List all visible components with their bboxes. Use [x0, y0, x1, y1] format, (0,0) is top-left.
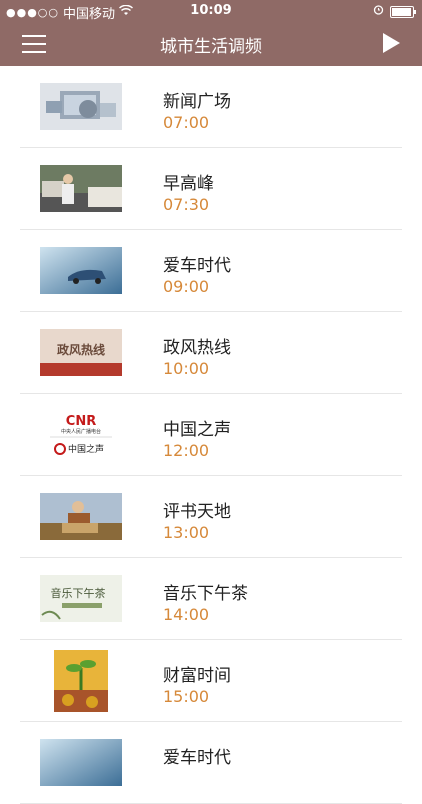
program-title: 新闻广场: [163, 92, 231, 112]
program-thumbnail: CNR 中央人民广播电台中国之声: [40, 411, 122, 458]
program-thumbnail: [40, 739, 122, 786]
battery-icon: [390, 5, 416, 18]
program-title: 评书天地: [163, 502, 231, 522]
program-title: 爱车时代: [163, 748, 231, 768]
status-right: [373, 4, 416, 19]
cnr-logo: CNR: [66, 414, 96, 429]
program-time: 07:30: [163, 195, 210, 214]
program-list: 新闻广场 07:00 早高峰 07:30 爱车时代 09:00 政风热线 政风热…: [0, 66, 422, 804]
zhengfeng-thumb-text: 政风热线: [57, 342, 105, 357]
program-title: 财富时间: [163, 666, 231, 686]
program-row[interactable]: CNR 中央人民广播电台 中国之声 中国之声 12:00: [20, 394, 402, 476]
program-time: 10:00: [163, 359, 210, 378]
program-time: 15:00: [163, 687, 210, 706]
nav-bar: 城市生活调频: [0, 22, 422, 66]
page-title: 城市生活调频: [160, 37, 262, 57]
status-time: 10:09: [190, 3, 232, 18]
program-thumbnail: [40, 83, 122, 130]
program-row[interactable]: 爱车时代: [20, 722, 402, 804]
program-row[interactable]: 政风热线 政风热线 10:00: [20, 312, 402, 394]
program-title: 政风热线: [163, 338, 231, 358]
program-time: 12:00: [163, 441, 210, 460]
program-time: 13:00: [163, 523, 210, 542]
program-title: 音乐下午茶: [163, 584, 248, 604]
program-row[interactable]: 新闻广场 07:00: [20, 66, 402, 148]
play-icon[interactable]: [383, 33, 400, 53]
program-row[interactable]: 财富时间 15:00: [20, 640, 402, 722]
music-thumb-text: 音乐下午茶: [51, 586, 106, 600]
program-title: 早高峰: [163, 174, 214, 194]
alarm-icon: [373, 4, 384, 19]
program-thumbnail: 音乐下午茶: [40, 575, 122, 622]
program-row[interactable]: 音乐下午茶 音乐下午茶 14:00: [20, 558, 402, 640]
program-thumbnail: [40, 247, 122, 294]
program-title: 爱车时代: [163, 256, 231, 276]
program-thumbnail: [40, 165, 122, 212]
program-thumbnail: [54, 650, 108, 712]
program-thumbnail: 政风热线: [40, 329, 122, 376]
cnr-subtitle: 中央人民广播电台: [61, 428, 101, 435]
program-time: 07:00: [163, 113, 210, 132]
program-row[interactable]: 早高峰 07:30: [20, 148, 402, 230]
program-row[interactable]: 评书天地 13:00: [20, 476, 402, 558]
program-thumbnail: [40, 493, 122, 540]
status-bar: ●●●○○ 中国移动 10:09: [0, 0, 422, 22]
program-row[interactable]: 爱车时代 09:00: [20, 230, 402, 312]
program-title: 中国之声: [163, 420, 231, 440]
cnr-name: 中国之声: [68, 443, 104, 455]
program-time: 14:00: [163, 605, 210, 624]
program-time: 09:00: [163, 277, 210, 296]
